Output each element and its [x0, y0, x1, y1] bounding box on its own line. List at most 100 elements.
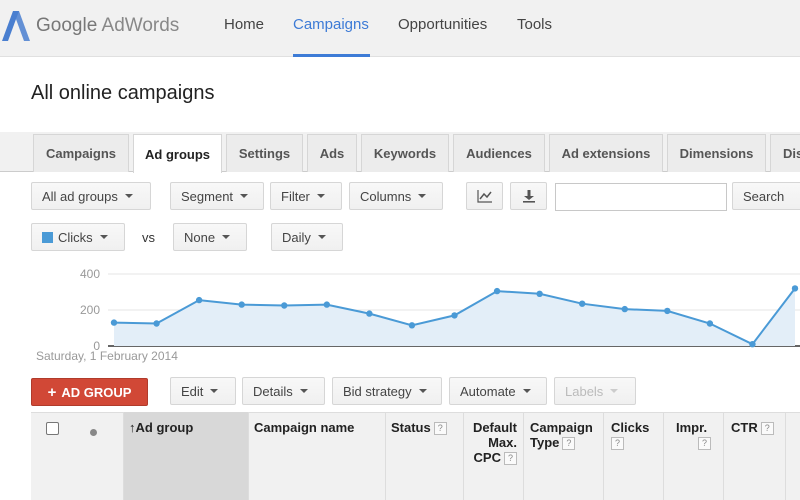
- data-point[interactable]: [706, 320, 714, 327]
- chevron-down-icon: [299, 389, 308, 393]
- labels-dropdown: Labels: [554, 377, 636, 405]
- metric1-dropdown[interactable]: Clicks: [31, 223, 125, 251]
- automate-label: Automate: [460, 383, 516, 399]
- nav-campaigns[interactable]: Campaigns: [293, 16, 370, 57]
- chart-start-date: Saturday, 1 February 2014: [36, 349, 178, 363]
- chevron-down-icon: [222, 235, 231, 239]
- th-campaign-name[interactable]: Campaign name: [254, 420, 354, 435]
- bid-strategy-label: Bid strategy: [343, 383, 412, 399]
- th-status[interactable]: Status?: [391, 420, 447, 436]
- th-default-max-cpc-line2: Max.: [488, 435, 517, 450]
- tab-keywords[interactable]: Keywords: [361, 134, 449, 172]
- data-point[interactable]: [664, 307, 671, 315]
- data-point[interactable]: [195, 296, 203, 304]
- vs-label: vs: [142, 230, 155, 245]
- chevron-down-icon: [210, 389, 219, 393]
- data-point[interactable]: [493, 287, 501, 295]
- adwords-logo[interactable]: Google AdWords: [2, 10, 179, 42]
- columns-dropdown[interactable]: Columns: [349, 182, 443, 210]
- chevron-down-icon: [418, 194, 427, 198]
- segment-dropdown[interactable]: Segment: [170, 182, 264, 210]
- nav-opportunities[interactable]: Opportunities: [398, 16, 487, 57]
- data-point[interactable]: [621, 305, 628, 313]
- data-point[interactable]: [238, 301, 245, 308]
- data-point[interactable]: [536, 290, 543, 297]
- segment-label: Segment: [181, 188, 234, 204]
- bid-strategy-dropdown[interactable]: Bid strategy: [332, 377, 442, 405]
- download-button[interactable]: [510, 182, 547, 210]
- plus-icon: +: [47, 383, 57, 401]
- download-icon: [522, 190, 535, 203]
- metric1-label: Clicks: [58, 229, 93, 245]
- status-dot-icon: [90, 429, 97, 436]
- column-divider: [603, 412, 604, 500]
- automate-dropdown[interactable]: Automate: [449, 377, 547, 405]
- edit-label: Edit: [181, 383, 204, 399]
- th-ad-group[interactable]: ↑Ad group: [129, 420, 193, 435]
- select-all-checkbox[interactable]: [46, 422, 59, 435]
- th-ctr[interactable]: CTR?: [731, 420, 774, 436]
- column-divider: [123, 412, 124, 500]
- top-bar: Google AdWords Home Campaigns Opportunit…: [0, 0, 800, 57]
- filter-dropdown[interactable]: Filter: [270, 182, 342, 210]
- help-icon[interactable]: ?: [760, 422, 774, 436]
- search-button[interactable]: Search: [732, 182, 800, 210]
- tab-settings[interactable]: Settings: [226, 134, 303, 172]
- data-point[interactable]: [110, 319, 118, 326]
- chevron-down-icon: [124, 194, 133, 198]
- th-impr-label: Impr.: [676, 420, 708, 435]
- column-divider: [663, 412, 664, 500]
- column-divider: [523, 412, 524, 500]
- help-icon[interactable]: ?: [433, 422, 447, 436]
- interval-dropdown[interactable]: Daily: [271, 223, 343, 251]
- data-point[interactable]: [451, 312, 458, 319]
- th-default-max-cpc[interactable]: Default Max. CPC?: [463, 420, 517, 466]
- nav-tools[interactable]: Tools: [517, 16, 552, 57]
- details-label: Details: [253, 383, 293, 399]
- chevron-down-icon: [99, 235, 108, 239]
- data-point[interactable]: [578, 300, 586, 307]
- chevron-down-icon: [240, 194, 249, 198]
- ad-group-scope-dropdown[interactable]: All ad groups: [31, 182, 151, 210]
- tab-ad-groups[interactable]: Ad groups: [133, 134, 222, 173]
- th-default-max-cpc-line1: Default: [472, 420, 517, 435]
- th-campaign-type-line2: Type: [530, 435, 560, 450]
- th-impr[interactable]: Impr. ?: [676, 420, 711, 451]
- tab-ads[interactable]: Ads: [307, 134, 357, 172]
- add-ad-group-button[interactable]: + AD GROUP: [31, 378, 148, 406]
- tab-campaigns[interactable]: Campaigns: [33, 134, 129, 172]
- tab-ad-extensions[interactable]: Ad extensions: [549, 134, 663, 172]
- chevron-down-icon: [522, 389, 531, 393]
- help-icon[interactable]: ?: [562, 437, 576, 451]
- data-point[interactable]: [749, 341, 756, 348]
- th-clicks[interactable]: Clicks ?: [611, 420, 650, 451]
- data-point[interactable]: [323, 301, 331, 308]
- tab-display-network[interactable]: Dis: [770, 134, 800, 172]
- th-clicks-label: Clicks: [611, 420, 650, 435]
- toggle-graph-button[interactable]: [466, 182, 503, 210]
- metric2-dropdown[interactable]: None: [173, 223, 247, 251]
- data-point[interactable]: [408, 322, 416, 329]
- th-ctr-label: CTR: [731, 420, 758, 435]
- logo-google-text: Google: [36, 15, 98, 36]
- details-dropdown[interactable]: Details: [242, 377, 325, 405]
- data-point[interactable]: [791, 285, 799, 292]
- chevron-down-icon: [418, 389, 427, 393]
- column-divider: [723, 412, 724, 500]
- data-point[interactable]: [281, 302, 288, 309]
- nav-home[interactable]: Home: [224, 16, 264, 57]
- help-icon[interactable]: ?: [698, 437, 711, 451]
- search-input[interactable]: [555, 183, 727, 211]
- tab-dimensions[interactable]: Dimensions: [667, 134, 766, 172]
- tab-audiences[interactable]: Audiences: [453, 134, 545, 172]
- help-icon[interactable]: ?: [504, 452, 517, 466]
- chevron-down-icon: [316, 194, 325, 198]
- data-point[interactable]: [153, 320, 160, 327]
- edit-dropdown[interactable]: Edit: [170, 377, 236, 405]
- ad-group-scope-label: All ad groups: [42, 188, 118, 204]
- th-campaign-type[interactable]: Campaign Type?: [530, 420, 593, 451]
- help-icon[interactable]: ?: [611, 437, 624, 451]
- filter-label: Filter: [281, 188, 310, 204]
- columns-label: Columns: [360, 188, 412, 204]
- data-point[interactable]: [366, 310, 373, 317]
